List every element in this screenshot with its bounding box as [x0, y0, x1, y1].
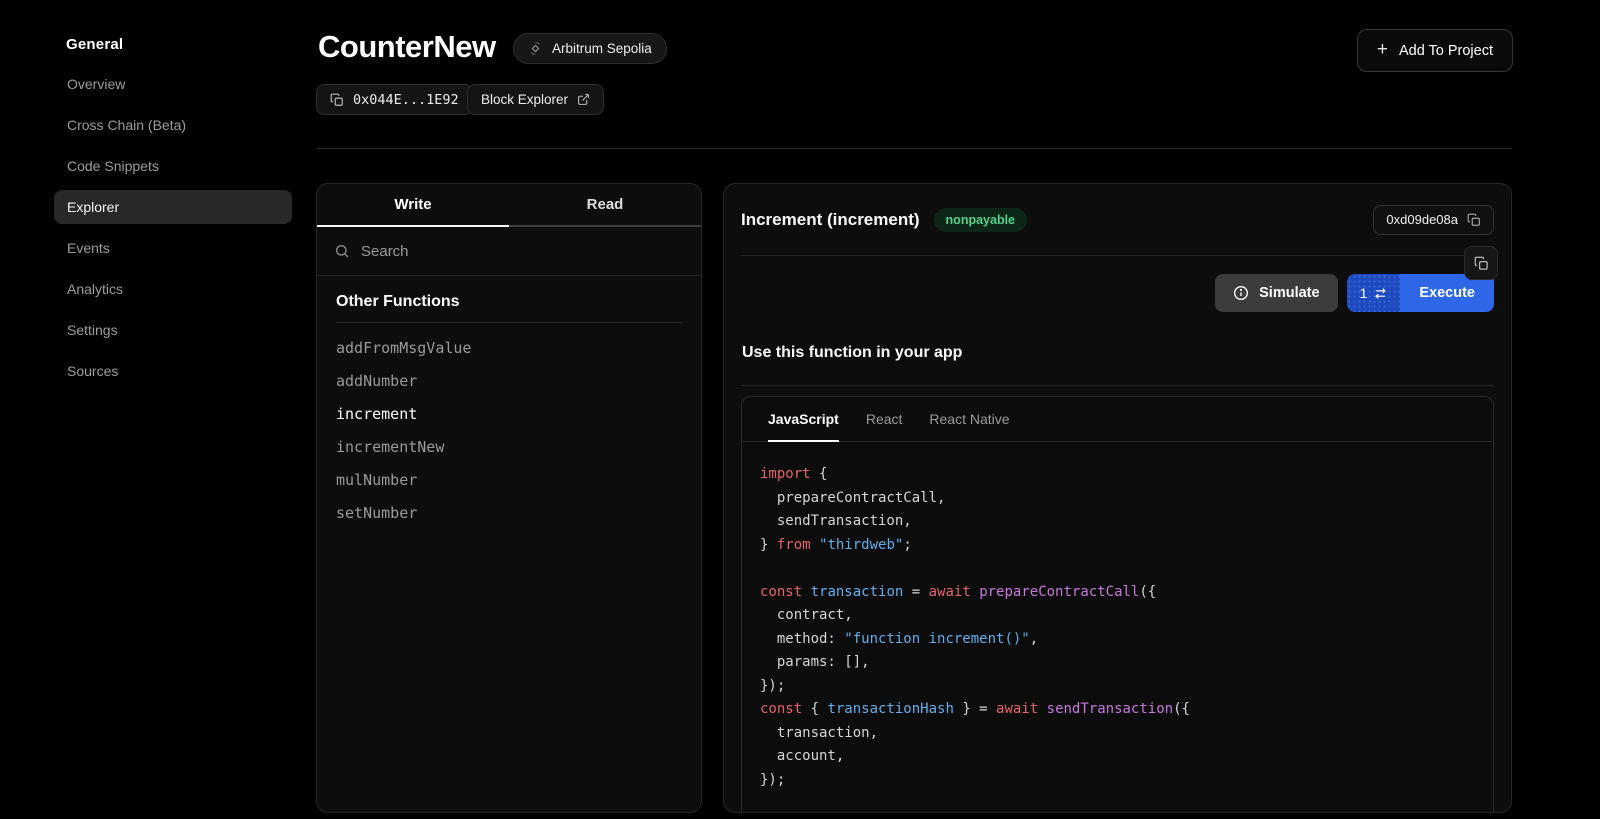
sidebar-nav: Overview Cross Chain (Beta) Code Snippet… [54, 67, 316, 388]
chain-icon [528, 41, 543, 56]
tab-read[interactable]: Read [509, 184, 701, 227]
function-search-row [317, 227, 701, 276]
function-item-setNumber[interactable]: setNumber [336, 503, 682, 524]
state-mutability-badge: nonpayable [934, 208, 1027, 232]
code-block: import { prepareContractCall, sendTransa… [742, 442, 1493, 813]
header-divider [316, 148, 1512, 149]
function-selector-value: 0xd09de08a [1386, 212, 1458, 227]
network-badge-label: Arbitrum Sepolia [552, 41, 652, 56]
sidebar-item-code-snippets[interactable]: Code Snippets [54, 149, 292, 183]
block-explorer-label: Block Explorer [481, 92, 568, 107]
search-icon [334, 243, 350, 259]
copy-icon [1467, 213, 1481, 227]
functions-panel: Write Read Other Functions addFromMsgVal… [316, 183, 702, 813]
code-language-tabs: JavaScript React React Native [742, 397, 1493, 442]
function-group-title: Other Functions [336, 293, 682, 323]
tab-javascript[interactable]: JavaScript [768, 397, 839, 442]
block-explorer-button[interactable]: Block Explorer [467, 84, 604, 115]
function-item-mulNumber[interactable]: mulNumber [336, 470, 682, 491]
page-title: CounterNew [318, 29, 496, 65]
simulate-button[interactable]: Simulate [1215, 274, 1337, 312]
function-title: Increment (increment) [741, 210, 920, 230]
simulate-label: Simulate [1259, 285, 1319, 301]
copy-icon [1474, 256, 1489, 271]
function-item-increment[interactable]: increment [336, 404, 682, 425]
tab-write[interactable]: Write [317, 184, 509, 227]
external-link-icon [577, 93, 590, 106]
function-item-addNumber[interactable]: addNumber [336, 371, 682, 392]
function-list: addFromMsgValue addNumber increment incr… [317, 323, 701, 524]
contract-address-label: 0x044E...1E92 [353, 92, 459, 108]
sidebar: General Overview Cross Chain (Beta) Code… [0, 0, 316, 819]
tab-react[interactable]: React [866, 397, 903, 442]
function-item-addFromMsgValue[interactable]: addFromMsgValue [336, 338, 682, 359]
copy-icon [330, 93, 344, 107]
transaction-count-button[interactable]: 1 [1347, 274, 1401, 312]
sidebar-item-overview[interactable]: Overview [54, 67, 292, 101]
action-buttons: Simulate 1 Execute [1215, 274, 1494, 312]
add-to-project-label: Add To Project [1399, 43, 1493, 59]
sidebar-item-explorer[interactable]: Explorer [54, 190, 292, 224]
swap-arrows-icon [1374, 287, 1387, 300]
function-item-incrementNew[interactable]: incrementNew [336, 437, 682, 458]
info-icon [1233, 285, 1249, 301]
search-input[interactable] [361, 243, 684, 260]
tab-react-native[interactable]: React Native [929, 397, 1009, 442]
sidebar-item-analytics[interactable]: Analytics [54, 272, 292, 306]
sidebar-item-events[interactable]: Events [54, 231, 292, 265]
add-to-project-button[interactable]: + Add To Project [1357, 29, 1513, 72]
sidebar-item-sources[interactable]: Sources [54, 354, 292, 388]
sidebar-item-cross-chain[interactable]: Cross Chain (Beta) [54, 108, 292, 142]
code-panel: JavaScript React React Native import { p… [741, 396, 1494, 813]
function-selector-pill[interactable]: 0xd09de08a [1373, 205, 1494, 235]
contract-address-button[interactable]: 0x044E...1E92 [316, 84, 473, 115]
usage-divider [741, 385, 1494, 386]
network-badge[interactable]: Arbitrum Sepolia [513, 33, 667, 64]
function-type-tabs: Write Read [317, 184, 701, 227]
usage-heading: Use this function in your app [742, 344, 962, 362]
function-group: Other Functions [317, 276, 701, 323]
copy-code-button[interactable] [1464, 246, 1498, 280]
function-detail-panel: Increment (increment) nonpayable 0xd09de… [723, 183, 1512, 813]
plus-icon: + [1377, 40, 1388, 59]
function-detail-header: Increment (increment) nonpayable 0xd09de… [741, 184, 1494, 256]
transaction-count: 1 [1360, 285, 1368, 301]
sidebar-heading: General [66, 36, 316, 53]
sidebar-item-settings[interactable]: Settings [54, 313, 292, 347]
